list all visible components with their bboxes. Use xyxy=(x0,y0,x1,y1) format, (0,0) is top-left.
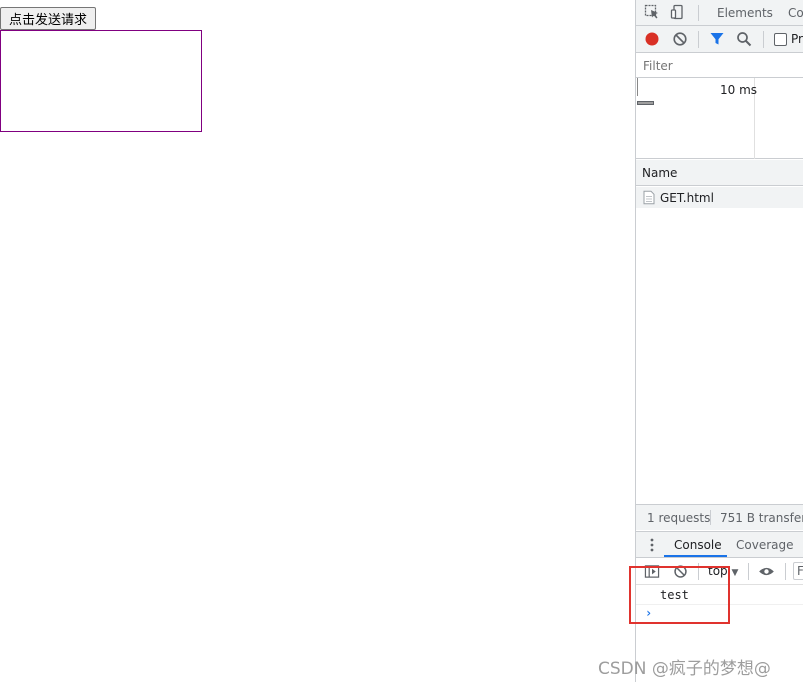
result-box xyxy=(0,30,202,132)
console-filter-placeholder: F xyxy=(797,564,803,578)
toolbar-divider xyxy=(763,31,764,48)
show-sidebar-icon[interactable] xyxy=(644,564,660,579)
document-file-icon xyxy=(643,190,655,205)
network-filter-input[interactable] xyxy=(643,59,793,73)
devtools-main-toolbar: Elements Co xyxy=(636,0,803,26)
network-overview: 10 ms xyxy=(636,78,803,159)
watermark-text: CSDN @疯子的梦想@ xyxy=(598,659,771,679)
network-toolbar: Pr xyxy=(636,26,803,53)
overview-request-bar xyxy=(637,101,654,105)
summary-divider xyxy=(710,510,711,525)
clear-icon[interactable] xyxy=(672,31,688,47)
context-selector-value: top xyxy=(708,564,728,578)
tab-console-truncated[interactable]: Co xyxy=(788,6,803,20)
drawer-tab-console[interactable]: Console xyxy=(674,538,722,552)
request-table-header: Name xyxy=(636,160,803,186)
filter-icon[interactable] xyxy=(709,31,725,47)
console-message-text: test xyxy=(660,588,689,602)
search-icon[interactable] xyxy=(736,31,752,47)
toolbar-divider xyxy=(785,563,786,580)
toolbar-divider xyxy=(698,563,699,580)
prompt-chevron-icon: › xyxy=(645,606,653,620)
record-icon[interactable] xyxy=(644,31,660,47)
toolbar-divider xyxy=(698,31,699,48)
request-name: GET.html xyxy=(660,191,714,205)
overview-tick-label: 10 ms xyxy=(720,83,758,97)
chevron-down-icon: ▼ xyxy=(731,568,739,578)
device-toolbar-icon[interactable] xyxy=(670,4,686,20)
preserve-log-label: Pr xyxy=(791,32,803,46)
clear-console-icon[interactable] xyxy=(673,564,688,579)
toolbar-divider xyxy=(748,563,749,580)
drawer-tab-bar: Console Coverage xyxy=(636,531,803,558)
inspect-element-icon[interactable] xyxy=(644,4,660,20)
request-count: 1 requests xyxy=(647,511,711,525)
network-filter-bar xyxy=(636,53,803,78)
network-summary-bar: 1 requests 751 B transferre xyxy=(636,504,803,530)
preserve-log-checkbox[interactable] xyxy=(774,33,787,46)
console-filter-input[interactable]: F xyxy=(793,562,803,580)
console-message: test xyxy=(636,586,803,605)
console-prompt[interactable]: › xyxy=(636,605,803,625)
tab-elements[interactable]: Elements xyxy=(717,6,773,20)
more-options-icon[interactable] xyxy=(650,538,654,552)
send-request-button[interactable]: 点击发送请求 xyxy=(0,7,96,30)
console-toolbar: top ▼ F xyxy=(636,558,803,585)
drawer-tab-coverage[interactable]: Coverage xyxy=(736,538,794,552)
transferred-size: 751 B transferre xyxy=(720,511,803,525)
overview-grid-line xyxy=(637,78,638,96)
context-selector[interactable]: top ▼ xyxy=(708,564,738,578)
toolbar-divider xyxy=(698,5,699,21)
column-header-name[interactable]: Name xyxy=(642,166,677,180)
active-tab-indicator xyxy=(664,555,727,557)
devtools-panel: Elements Co Pr 10 ms Name xyxy=(635,0,803,682)
table-row[interactable]: GET.html xyxy=(636,187,803,208)
live-expression-eye-icon[interactable] xyxy=(758,566,775,577)
